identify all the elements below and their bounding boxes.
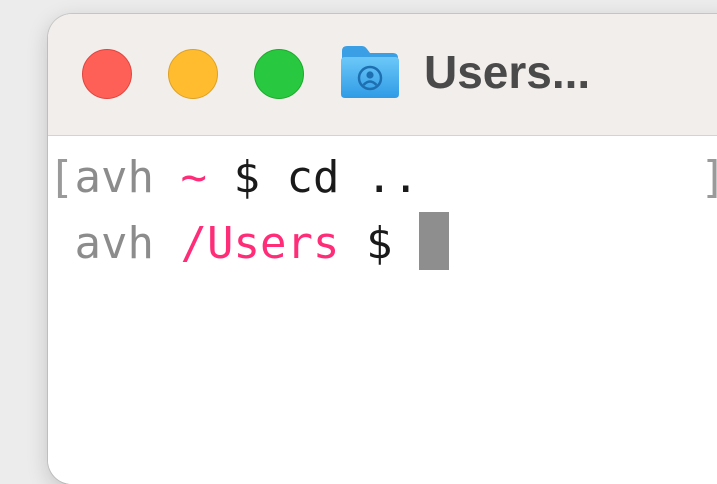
prompt-path: /Users	[180, 218, 340, 269]
line-open-bracket: [	[48, 152, 75, 203]
terminal-content[interactable]: [avh ~ $ cd .. ] avh /Users $	[48, 136, 717, 484]
prompt-path: ~	[180, 152, 207, 203]
minimize-button[interactable]	[168, 49, 218, 99]
folder-icon	[341, 46, 399, 98]
close-button[interactable]	[82, 49, 132, 99]
title-bar[interactable]: Users...	[48, 14, 717, 136]
prompt-user: avh	[74, 218, 154, 269]
prompt-symbol: $	[233, 152, 260, 203]
command-text: cd ..	[286, 152, 419, 203]
prompt-symbol: $	[365, 218, 393, 269]
terminal-line: avh /Users $	[48, 212, 449, 272]
terminal-window: Users... [avh ~ $ cd .. ] avh /Users $	[48, 14, 717, 484]
prompt-user: avh	[74, 152, 154, 203]
line-close-bracket: ]	[700, 150, 717, 206]
terminal-line: [avh ~ $ cd ..	[48, 150, 419, 206]
terminal-cursor[interactable]	[418, 212, 449, 270]
window-title: Users...	[424, 46, 591, 98]
zoom-button[interactable]	[254, 49, 304, 99]
